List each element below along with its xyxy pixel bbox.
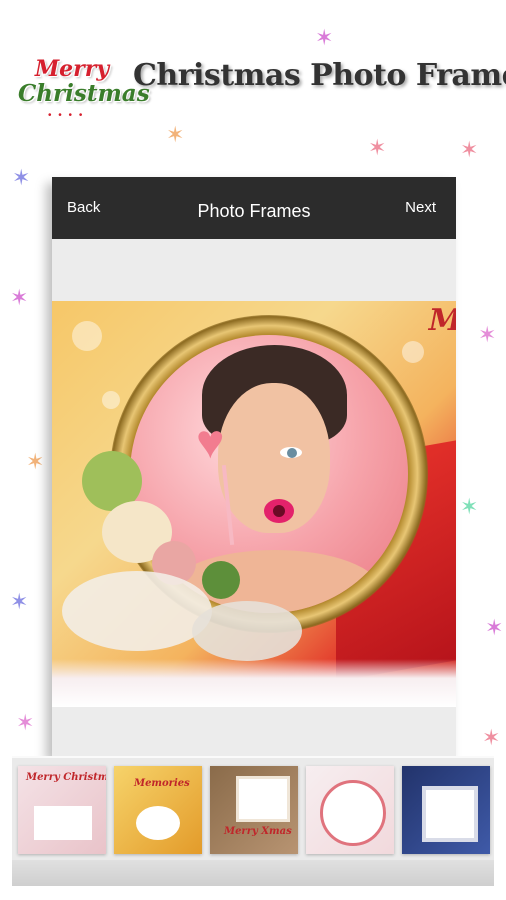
sparkle-icon: ✶ bbox=[485, 616, 504, 641]
logo-ornament: • • • • bbox=[48, 110, 85, 121]
sparkle-icon: ✶ bbox=[368, 136, 387, 161]
frame-preview[interactable]: M ♥ bbox=[52, 301, 456, 707]
page-title: Photo Frames bbox=[197, 201, 311, 221]
sparkle-icon: ✶ bbox=[482, 726, 501, 751]
thumbnail-label: Memories bbox=[134, 778, 190, 789]
thumbnail-photo-slot bbox=[34, 806, 92, 840]
sparkle-icon: ✶ bbox=[16, 711, 35, 736]
frame-script-text: M bbox=[429, 303, 456, 338]
promo-title: Christmas Photo Frame bbox=[133, 58, 506, 93]
frame-thumbnail[interactable]: Merry Christmas bbox=[18, 766, 106, 854]
bokeh-light bbox=[102, 391, 120, 409]
frame-thumbnail[interactable]: Memories bbox=[114, 766, 202, 854]
sparkle-icon: ✶ bbox=[315, 26, 334, 51]
app-bar: Back Photo Frames Next bbox=[52, 177, 456, 239]
bokeh-light bbox=[402, 341, 424, 363]
bokeh-light bbox=[72, 321, 102, 351]
logo-line-merry: Merry bbox=[34, 56, 110, 82]
thumbnail-label: Merry Xmas bbox=[224, 826, 292, 837]
snow-ground bbox=[52, 659, 456, 707]
sparkle-icon: ✶ bbox=[166, 123, 185, 148]
thumbnail-photo-slot bbox=[136, 806, 180, 840]
sparkle-icon: ✶ bbox=[460, 138, 479, 163]
thumbnail-photo-slot bbox=[236, 776, 290, 822]
thumbnail-label: Merry Christmas bbox=[26, 772, 106, 783]
shelf-base bbox=[12, 860, 494, 886]
sparkle-icon: ✶ bbox=[478, 323, 497, 348]
merry-christmas-logo: Merry Christmas • • • • bbox=[18, 50, 150, 122]
sparkle-icon: ✶ bbox=[10, 286, 29, 311]
sparkle-icon: ✶ bbox=[26, 450, 45, 475]
sparkle-icon: ✶ bbox=[10, 590, 29, 615]
sparkle-icon: ✶ bbox=[460, 495, 479, 520]
logo-line-christmas: Christmas bbox=[18, 80, 150, 107]
frame-thumbnail[interactable] bbox=[306, 766, 394, 854]
app-screen: Back Photo Frames Next M ♥ bbox=[52, 177, 456, 757]
frame-thumbnail[interactable]: Merry Xmas bbox=[210, 766, 298, 854]
thumbnail-photo-slot bbox=[320, 780, 386, 846]
next-button[interactable]: Next bbox=[405, 199, 436, 216]
thumbnail-photo-slot bbox=[422, 786, 478, 842]
sparkle-icon: ✶ bbox=[12, 166, 31, 191]
frame-thumbnail[interactable] bbox=[402, 766, 490, 854]
